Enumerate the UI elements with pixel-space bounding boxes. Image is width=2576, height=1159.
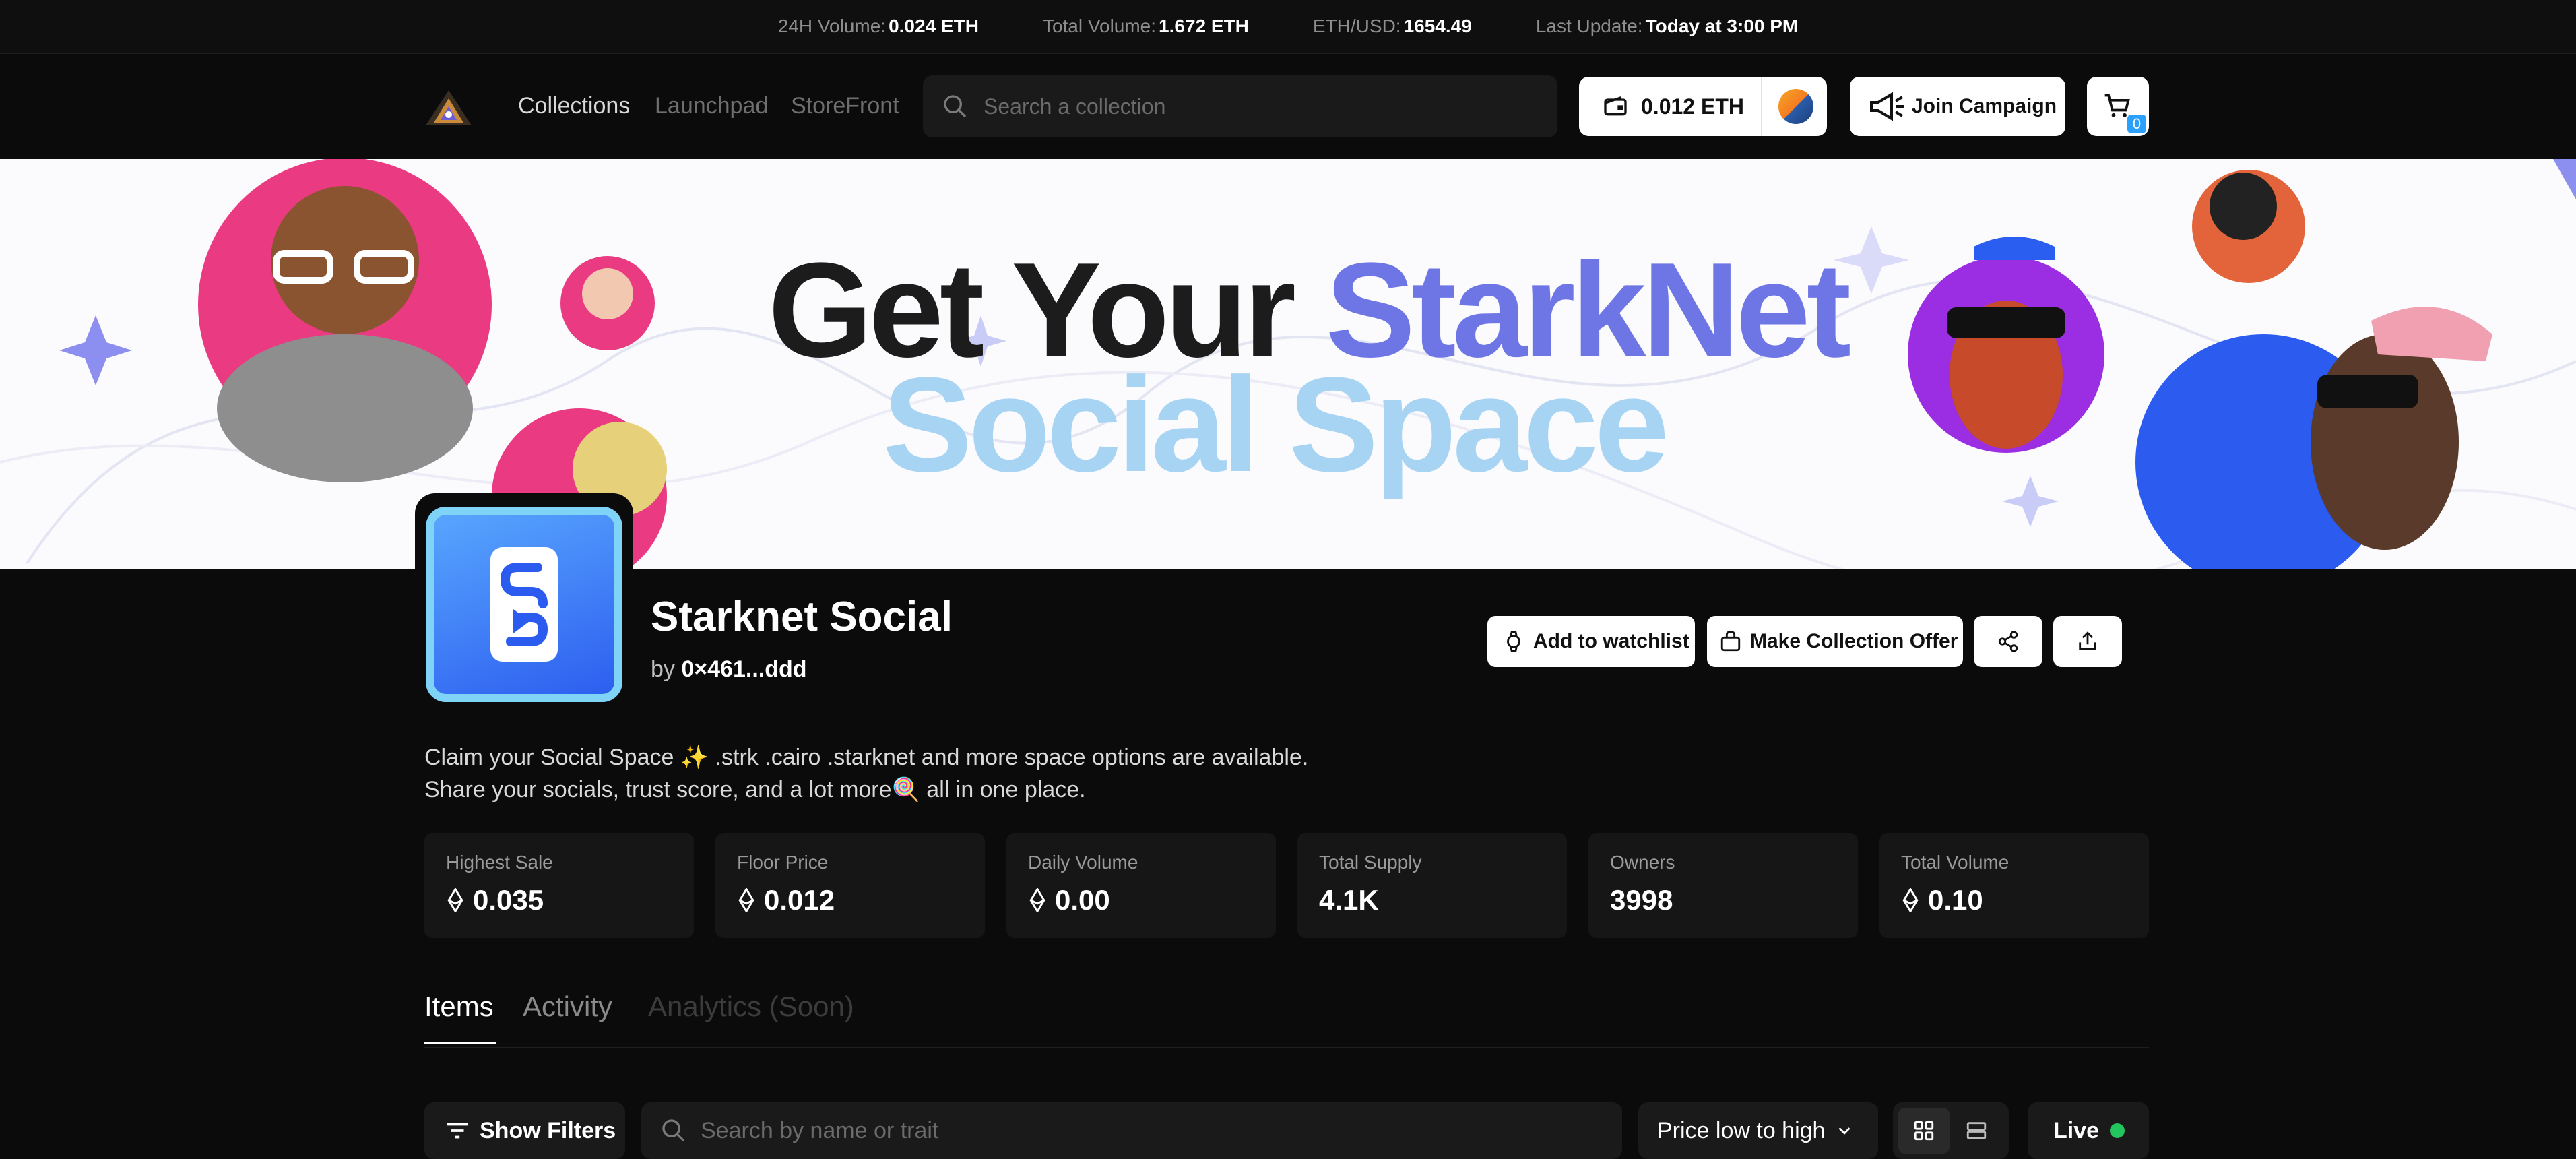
upload-icon (2079, 631, 2096, 650)
megaphone-icon (1870, 92, 1904, 121)
stat-value: 0.00 (1028, 884, 1110, 916)
join-campaign-label: Join Campaign (1912, 95, 2057, 117)
search-icon (944, 95, 967, 118)
live-toggle[interactable]: Live (2028, 1102, 2149, 1159)
item-search-input[interactable]: Search by name or trait (641, 1102, 1622, 1159)
site-logo-icon[interactable] (424, 89, 473, 127)
stat-card-highest-sale: Highest Sale 0.035 (424, 833, 694, 938)
sort-select[interactable]: Price low to high (1638, 1102, 1878, 1159)
live-status-dot (2110, 1123, 2125, 1138)
collection-banner: Get Your StarkNet Social Space (0, 159, 2576, 569)
sort-value: Price low to high (1657, 1117, 1826, 1144)
description-line-1: Claim your Social Space ✨ .strk .cairo .… (424, 745, 1309, 770)
tab-items[interactable]: Items (424, 991, 494, 1023)
tab-activity[interactable]: Activity (523, 991, 612, 1023)
nav-storefront[interactable]: StoreFront (791, 93, 899, 119)
tab-analytics: Analytics (Soon) (648, 991, 854, 1022)
collection-tabs: Items Activity Analytics (Soon) (424, 991, 2149, 1048)
grid-view-button[interactable] (1898, 1108, 1950, 1154)
stat-value: 0.035 (446, 884, 544, 916)
eth-icon (1029, 888, 1045, 912)
stat-eth-usd: ETH/USD: 1654.49 (1312, 15, 1472, 36)
stat-label: Total Volume (1901, 852, 2009, 873)
wallet-balance: 0.012 ETH (1641, 94, 1744, 119)
offer-label: Make Collection Offer (1750, 630, 1958, 652)
items-toolbar: Show Filters Search by name or trait Pri… (424, 1102, 2149, 1159)
shopping-bag-icon (1720, 631, 1741, 652)
stat-last-update: Last Update: Today at 3:00 PM (1535, 15, 1799, 36)
chevron-down-icon (1838, 1127, 1851, 1135)
list-icon (1966, 1122, 1987, 1139)
list-view-button[interactable] (1950, 1108, 2003, 1154)
cart-button[interactable]: 0 (2087, 77, 2149, 136)
stat-value: 0.10 (1901, 884, 1983, 916)
stat-card-owners: Owners 3998 (1588, 833, 1858, 938)
banner-subheadline: Social Space (882, 350, 1669, 500)
stat-label: Daily Volume (1028, 852, 1138, 873)
share-button[interactable] (1974, 616, 2042, 667)
user-avatar[interactable] (1778, 89, 1813, 124)
add-to-watchlist-button[interactable]: Add to watchlist (1487, 616, 1695, 667)
make-collection-offer-button[interactable]: Make Collection Offer (1707, 616, 1963, 667)
stat-card-floor-price: Floor Price 0.012 (715, 833, 985, 938)
filter-icon (447, 1123, 468, 1139)
collection-search-input[interactable]: Search a collection (923, 75, 1557, 137)
wallet-button[interactable]: 0.012 ETH (1579, 77, 1827, 136)
nav-collections[interactable]: Collections (518, 93, 630, 119)
stat-card-total-volume: Total Volume 0.10 (1879, 833, 2149, 938)
stat-label: Highest Sale (446, 852, 553, 873)
eth-icon (738, 888, 754, 912)
collection-description: Claim your Social Space ✨ .strk .cairo .… (424, 741, 1308, 806)
search-icon (662, 1119, 685, 1142)
stat-label: Owners (1610, 852, 1675, 873)
cart-count-badge: 0 (2127, 115, 2146, 133)
starknet-social-logo-icon (490, 547, 558, 662)
view-toggle (1893, 1102, 2009, 1159)
wallet-icon (1604, 96, 1627, 116)
wallet-divider (1761, 77, 1762, 136)
active-tab-indicator (424, 1042, 496, 1044)
share-icon (1998, 631, 2018, 652)
collection-creator: by 0×461...ddd (651, 656, 807, 682)
stat-card-total-supply: Total Supply 4.1K (1297, 833, 1567, 938)
stat-label: Floor Price (737, 852, 829, 873)
watch-icon (1507, 631, 1520, 652)
nav-launchpad[interactable]: Launchpad (655, 93, 768, 119)
export-button[interactable] (2053, 616, 2122, 667)
eth-icon (1902, 888, 1919, 912)
live-label: Live (2053, 1117, 2100, 1144)
creator-address[interactable]: 0×461...ddd (681, 656, 806, 682)
description-line-2: Share your socials, trust score, and a l… (424, 777, 1086, 803)
main-nav: Collections Launchpad StoreFront Search … (0, 54, 2576, 159)
stat-24h-volume: 24H Volume: 0.024 ETH (777, 15, 979, 36)
item-search-placeholder: Search by name or trait (701, 1117, 939, 1144)
stat-label: Total Supply (1319, 852, 1422, 873)
search-placeholder: Search a collection (984, 94, 1166, 119)
market-stats-bar: 24H Volume: 0.024 ETH Total Volume: 1.672 … (0, 0, 2576, 54)
grid-icon (1914, 1121, 1934, 1141)
stat-total-volume: Total Volume: 1.672 ETH (1042, 15, 1249, 36)
join-campaign-button[interactable]: Join Campaign (1850, 77, 2065, 136)
stat-value: 0.012 (737, 884, 835, 916)
show-filters-button[interactable]: Show Filters (424, 1102, 625, 1159)
stat-value: 3998 (1610, 884, 1673, 916)
stat-card-daily-volume: Daily Volume 0.00 (1006, 833, 1276, 938)
eth-icon (447, 888, 463, 912)
collection-title: Starknet Social (651, 594, 953, 640)
show-filters-label: Show Filters (480, 1117, 616, 1144)
watchlist-label: Add to watchlist (1533, 630, 1689, 652)
stat-value: 4.1K (1319, 884, 1379, 916)
collection-avatar (426, 507, 622, 702)
collection-stats: Highest Sale 0.035 Floor Price 0.012 Dai… (424, 833, 2149, 938)
